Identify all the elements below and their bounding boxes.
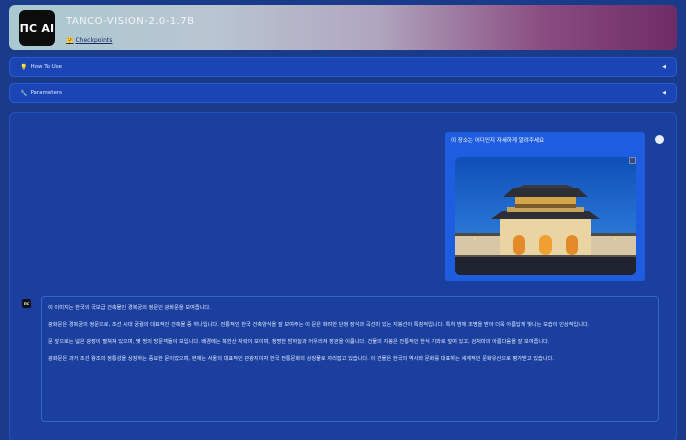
- user-avatar: [655, 135, 664, 144]
- hugging-face-icon: 🤗: [66, 37, 74, 44]
- app-header: ПC AI TANCO-VISION-2.0-1.7B 🤗 Checkpoint…: [9, 5, 677, 50]
- user-message-text: 이 장소는 어디인지 자세하게 알려주세요: [451, 138, 545, 144]
- bot-paragraph: 문 앞으로는 넓은 광장이 펼쳐져 있으며, 몇 명의 방문객들이 보입니다. …: [48, 339, 550, 345]
- checkpoints-label: Checkpoints: [75, 37, 113, 44]
- accordion-parameters-label: Parameters: [30, 90, 62, 96]
- image-download-button[interactable]: [629, 157, 636, 164]
- accordion-parameters[interactable]: 🔧 Parameters ◀: [9, 83, 677, 103]
- collapse-triangle-icon: ◀: [662, 90, 666, 96]
- bot-paragraph: 광화문은 과거 조선 왕조의 정통성을 상징하는 중요한 문이었으며, 현재는 …: [48, 356, 554, 362]
- app-title: TANCO-VISION-2.0-1.7B: [66, 16, 195, 27]
- wrench-icon: 🔧: [20, 89, 28, 97]
- app-logo: ПC AI: [19, 10, 55, 46]
- accordion-how-to-use[interactable]: 💡 How To Use ◀: [9, 57, 677, 77]
- bot-paragraph: 이 이미지는 한국의 국보급 건축물인 경복궁의 정문인 광화문을 보여줍니다.: [48, 305, 211, 311]
- bot-message: 이 이미지는 한국의 국보급 건축물인 경복궁의 정문인 광화문을 보여줍니다.…: [41, 296, 659, 422]
- accordion-how-to-use-label: How To Use: [30, 64, 63, 70]
- bot-paragraph: 광화문은 경복궁의 정문으로, 조선 시대 궁궐의 대표적인 건축물 중 하나입…: [48, 322, 590, 328]
- lightbulb-icon: 💡: [20, 63, 28, 71]
- collapse-triangle-icon: ◀: [662, 64, 666, 70]
- uploaded-photo: [455, 157, 636, 275]
- bot-avatar: ПC: [22, 299, 31, 308]
- checkpoints-link[interactable]: 🤗 Checkpoints: [66, 37, 112, 44]
